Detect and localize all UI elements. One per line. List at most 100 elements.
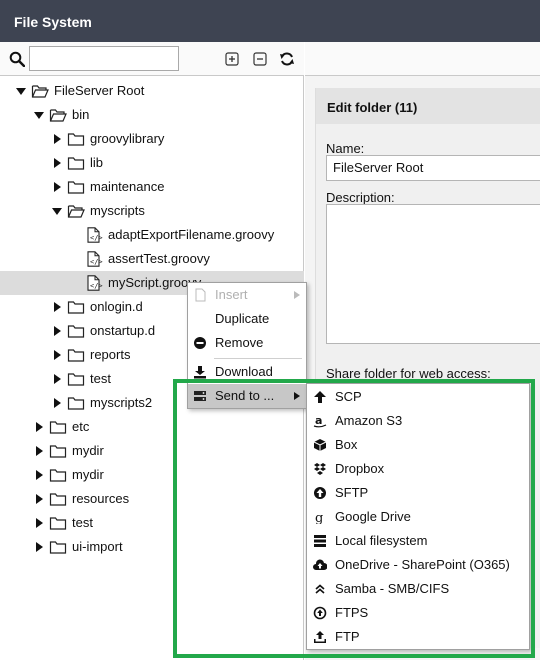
menu-item-download[interactable]: Download	[188, 360, 306, 384]
tree-item[interactable]: mydir	[33, 463, 290, 487]
dropbox-icon	[314, 463, 326, 475]
download-label: Download	[215, 364, 273, 379]
send-to-sftp[interactable]: SFTP	[307, 481, 529, 505]
send-to-ftp[interactable]: FTP	[307, 625, 529, 649]
chevron-right-icon[interactable]	[51, 127, 63, 151]
chevron-right-icon[interactable]	[33, 487, 45, 511]
folder-icon	[49, 421, 67, 434]
svg-text:</>: </>	[90, 234, 103, 242]
chevron-right-icon[interactable]	[33, 463, 45, 487]
folder-open-icon	[49, 109, 67, 122]
send-to-local-filesystem[interactable]: Local filesystem	[307, 529, 529, 553]
chevron-right-icon[interactable]	[33, 535, 45, 559]
box-label: Box	[335, 437, 358, 452]
chevron-right-icon[interactable]	[51, 151, 63, 175]
sftp-label: SFTP	[335, 485, 369, 500]
window-title: File System	[0, 0, 540, 42]
folder-icon	[67, 397, 85, 410]
folder-icon	[49, 541, 67, 554]
tree-item[interactable]: lib	[51, 151, 290, 175]
chevron-right-icon[interactable]	[51, 175, 63, 199]
tree-item[interactable]: etc	[33, 415, 290, 439]
ftp-label: FTP	[335, 629, 360, 644]
tree-item-label: myscripts	[90, 203, 145, 218]
tree-item-label: myscripts2	[90, 395, 153, 410]
send-to-onedrive[interactable]: OneDrive - SharePoint (O365)	[307, 553, 529, 577]
chevron-right-icon[interactable]	[51, 391, 63, 415]
tree-item[interactable]: ui-import	[33, 535, 290, 559]
chevron-down-icon[interactable]	[51, 199, 63, 223]
tree-item[interactable]: maintenance	[51, 175, 290, 199]
svg-text:g: g	[315, 511, 323, 524]
tree-item[interactable]: groovylibrary	[51, 127, 290, 151]
chevron-down-icon[interactable]	[15, 79, 27, 103]
folder-icon	[67, 349, 85, 362]
remove-label: Remove	[215, 335, 264, 350]
send-to-samba[interactable]: Samba - SMB/CIFS	[307, 577, 529, 601]
folder-icon	[49, 517, 67, 530]
tree-item[interactable]: mydir	[33, 439, 290, 463]
name-field[interactable]: FileServer Root	[326, 155, 540, 181]
cube-icon	[313, 439, 327, 451]
send-to-amazon-s3[interactable]: a Amazon S3	[307, 409, 529, 433]
chevron-right-icon[interactable]	[33, 415, 45, 439]
description-label: Description:	[326, 190, 395, 205]
chevron-right-icon[interactable]	[33, 511, 45, 535]
collapse-all-icon[interactable]	[252, 51, 268, 67]
expand-all-icon[interactable]	[224, 51, 240, 67]
google-icon: g	[315, 511, 323, 524]
download-icon	[194, 366, 206, 379]
send-to-google-drive[interactable]: g Google Drive	[307, 505, 529, 529]
share-label: Share folder for web access:	[326, 366, 491, 381]
chevron-right-icon[interactable]	[51, 319, 63, 343]
menu-item-remove[interactable]: Remove	[188, 331, 306, 355]
chevron-right-icon[interactable]	[51, 295, 63, 319]
circle-arrow-up-icon	[313, 606, 327, 620]
submenu-arrow-icon	[294, 291, 300, 299]
tree-item[interactable]: resources	[33, 487, 290, 511]
send-to-ftps[interactable]: FTPS	[307, 601, 529, 625]
menu-item-insert[interactable]: Insert	[188, 283, 306, 307]
folder-icon	[49, 445, 67, 458]
tree-item-label: resources	[72, 491, 130, 506]
upload-icon	[314, 631, 326, 643]
tree-item-label: lib	[90, 155, 104, 170]
search-icon[interactable]	[9, 51, 25, 67]
svg-text:</>: </>	[90, 258, 103, 266]
menu-item-send-to[interactable]: Send to ...	[188, 384, 306, 408]
arrow-up-icon	[314, 391, 326, 403]
folder-icon	[67, 133, 85, 146]
refresh-icon[interactable]	[279, 51, 295, 67]
search-input[interactable]	[29, 46, 179, 71]
chevron-down-icon[interactable]	[33, 103, 45, 127]
gdrive-label: Google Drive	[335, 509, 411, 524]
tree-item[interactable]: </> assertTest.groovy	[69, 247, 290, 271]
amazon-icon: a	[313, 414, 327, 428]
tree-item-label: assertTest.groovy	[108, 251, 210, 266]
chevron-right-icon[interactable]	[51, 343, 63, 367]
arrow-circle-up-icon	[314, 487, 326, 499]
tree-item-label: test	[72, 515, 93, 530]
s3-label: Amazon S3	[335, 413, 403, 428]
description-field[interactable]	[326, 204, 540, 344]
send-to-dropbox[interactable]: Dropbox	[307, 457, 529, 481]
minus-circle-icon	[194, 337, 206, 349]
menu-separator	[214, 358, 302, 359]
send-to-scp[interactable]: SCP	[307, 385, 529, 409]
tree-item[interactable]: bin	[33, 103, 290, 127]
cloud-upload-icon	[313, 559, 327, 570]
tree-item[interactable]: test	[33, 511, 290, 535]
file-code-icon: </>	[87, 227, 103, 243]
file-code-icon: </>	[87, 251, 103, 267]
file-code-icon: </>	[87, 275, 103, 291]
tree-item[interactable]: myscripts	[51, 199, 290, 223]
ftps-label: FTPS	[335, 605, 369, 620]
tree-item[interactable]: FileServer Root	[15, 79, 290, 103]
menu-item-duplicate[interactable]: Duplicate	[188, 307, 306, 331]
send-to-box[interactable]: Box	[307, 433, 529, 457]
chevron-right-icon[interactable]	[51, 367, 63, 391]
tree-item[interactable]: </> adaptExportFilename.groovy	[69, 223, 290, 247]
chevron-right-icon[interactable]	[33, 439, 45, 463]
dropbox-label: Dropbox	[335, 461, 385, 476]
server-icon	[194, 391, 206, 401]
